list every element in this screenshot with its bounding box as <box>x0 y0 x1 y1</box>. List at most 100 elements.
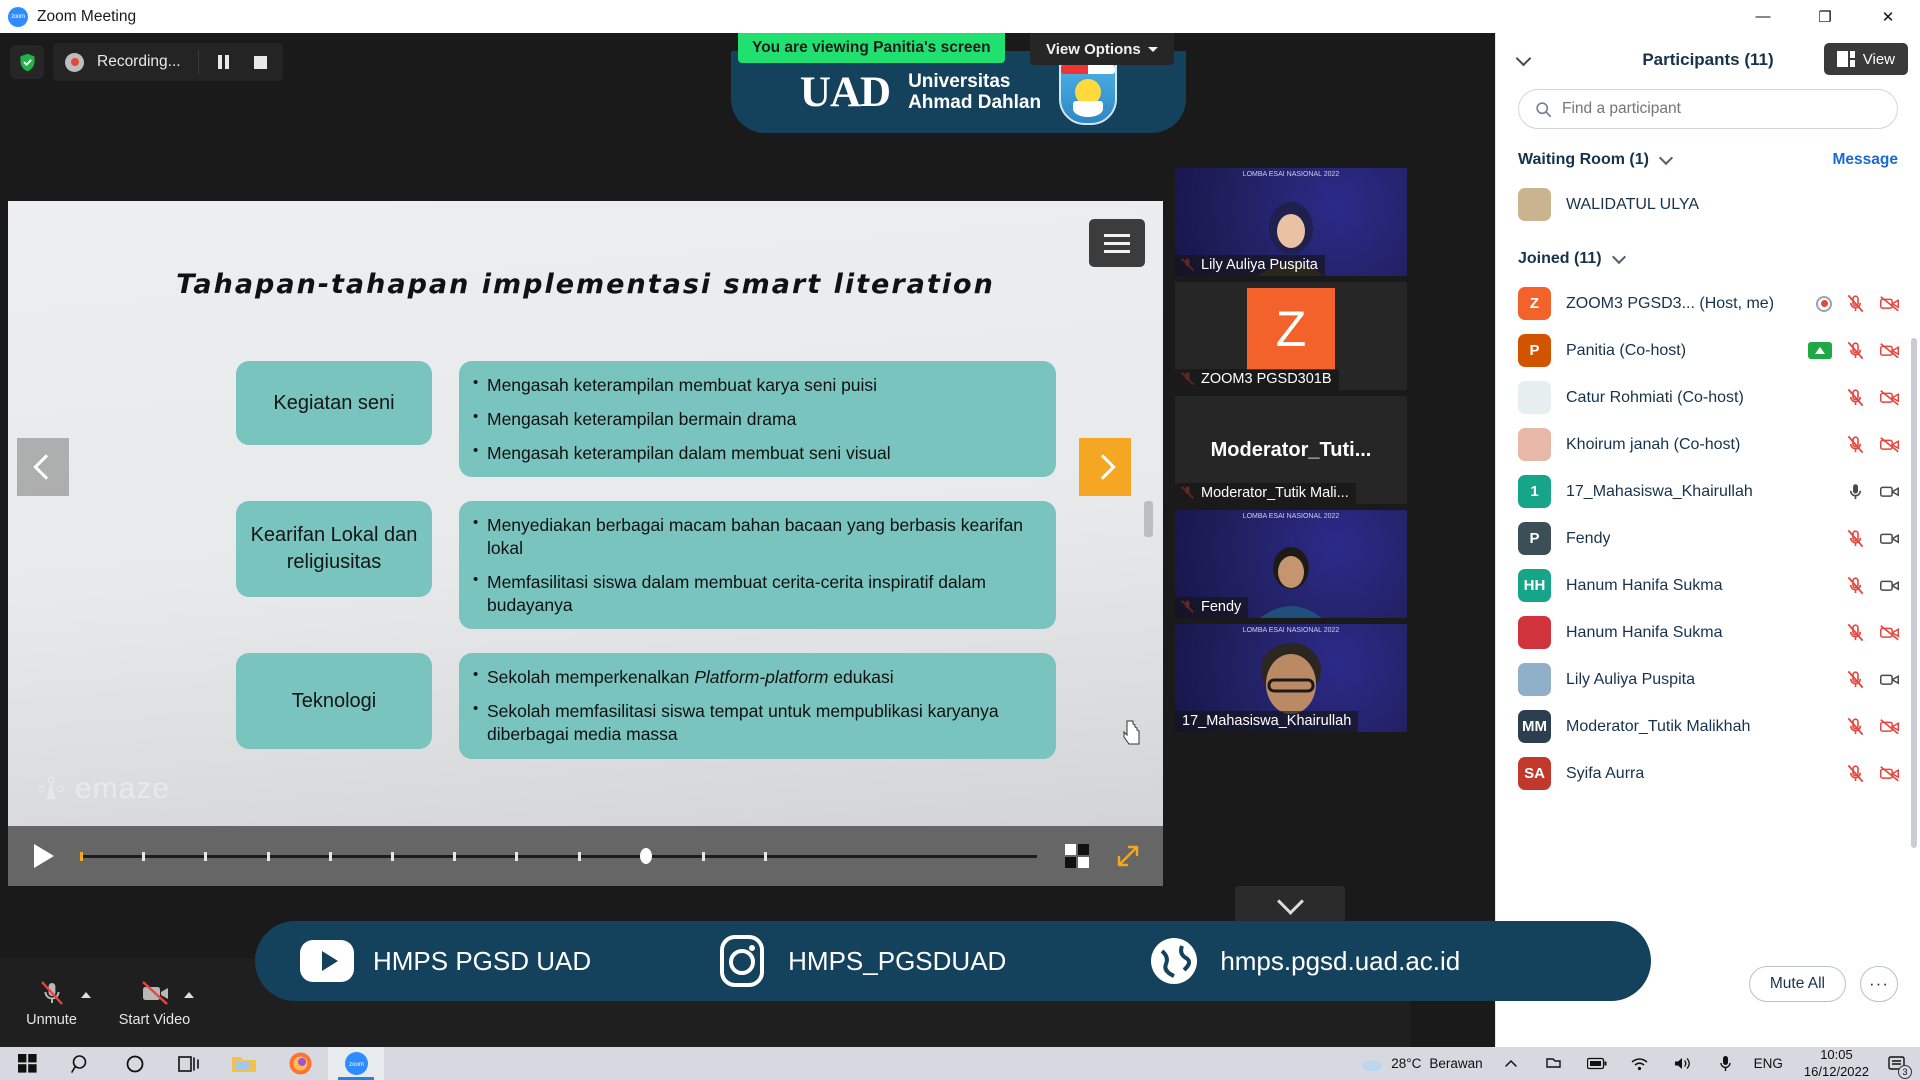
camera-on-icon[interactable] <box>1879 669 1900 690</box>
participant-row[interactable]: Hanum Hanifa Sukma <box>1496 609 1920 656</box>
stop-recording-button[interactable] <box>249 55 273 69</box>
mic-muted-icon[interactable] <box>1845 340 1866 361</box>
participant-controls <box>1845 716 1900 737</box>
mic-on-icon[interactable] <box>1845 481 1866 502</box>
mic-muted-icon[interactable] <box>1845 669 1866 690</box>
participant-row[interactable]: Z ZOOM3 PGSD3... (Host, me) <box>1496 280 1920 327</box>
taskbar-clock[interactable]: 10:05 16/12/2022 <box>1804 1047 1869 1080</box>
shared-screen-area[interactable]: Tahapan-tahapan implementasi smart liter… <box>8 201 1163 886</box>
participants-scrollbar[interactable] <box>1911 338 1917 848</box>
participant-row[interactable]: P Fendy <box>1496 515 1920 562</box>
microphone-tray-icon[interactable] <box>1711 1049 1741 1079</box>
onedrive-icon[interactable] <box>1539 1049 1569 1079</box>
mic-muted-icon[interactable] <box>1845 622 1866 643</box>
participant-row[interactable]: SA Syifa Aurra <box>1496 750 1920 797</box>
mute-all-button[interactable]: Mute All <box>1748 966 1846 1002</box>
svg-text:zoom: zoom <box>349 1062 364 1068</box>
maximize-button[interactable]: ❐ <box>1794 0 1856 33</box>
avatar: MM <box>1518 710 1551 743</box>
participant-row[interactable]: Lily Auliya Puspita <box>1496 656 1920 703</box>
participant-controls <box>1845 528 1900 549</box>
windows-start-icon[interactable] <box>0 1047 54 1080</box>
camera-off-icon[interactable] <box>1879 293 1900 314</box>
thumbnail-tile-active[interactable]: LOMBA ESAI NASIONAL 2022 17_Mahasiswa_Kh… <box>1175 624 1407 732</box>
collapse-panel-icon[interactable] <box>1512 49 1534 71</box>
weather-widget[interactable]: 28°C Berawan <box>1361 1056 1483 1072</box>
waiting-room-message-link[interactable]: Message <box>1833 151 1898 169</box>
participant-initial-avatar: Z <box>1247 288 1335 370</box>
camera-on-icon[interactable] <box>1879 575 1900 596</box>
mic-muted-icon[interactable] <box>1845 387 1866 408</box>
participant-row[interactable]: P Panitia (Co-host) <box>1496 327 1920 374</box>
participant-row[interactable]: MM Moderator_Tutik Malikhah <box>1496 703 1920 750</box>
fullscreen-icon[interactable] <box>1115 843 1141 869</box>
waiting-room-participant-row[interactable]: WALIDATUL ULYA <box>1496 181 1920 228</box>
next-slide-button[interactable] <box>1079 438 1131 496</box>
battery-icon[interactable] <box>1582 1049 1612 1079</box>
thumbnail-scroll-down-button[interactable] <box>1235 886 1345 924</box>
camera-off-icon[interactable] <box>1879 340 1900 361</box>
search-icon[interactable] <box>54 1047 108 1080</box>
wifi-icon[interactable] <box>1625 1049 1655 1079</box>
participant-row[interactable]: Khoirum janah (Co-host) <box>1496 421 1920 468</box>
slide-bullet: Sekolah memfasilitasi siswa tempat untuk… <box>473 699 1038 746</box>
zoom-icon[interactable]: zoom <box>328 1047 384 1080</box>
camera-off-icon[interactable] <box>1879 434 1900 455</box>
close-button[interactable]: ✕ <box>1856 0 1920 33</box>
file-explorer-icon[interactable] <box>216 1047 272 1080</box>
thumbnail-tile[interactable]: Z ZOOM3 PGSD301B <box>1175 282 1407 390</box>
more-options-button[interactable]: ··· <box>1860 966 1898 1002</box>
chevron-down-icon[interactable] <box>1613 253 1625 265</box>
unmute-button[interactable]: Unmute <box>0 978 103 1028</box>
mic-muted-icon[interactable] <box>1845 763 1866 784</box>
previous-slide-button[interactable] <box>17 438 69 496</box>
slide-content-rows: Kegiatan seni Mengasah keterampilan memb… <box>236 361 1056 783</box>
show-hidden-icons-icon[interactable] <box>1496 1049 1526 1079</box>
view-options-dropdown[interactable]: View Options <box>1030 33 1174 65</box>
slide-progress-track[interactable] <box>80 847 1037 864</box>
camera-off-icon[interactable] <box>1879 716 1900 737</box>
video-options-caret-icon[interactable] <box>184 992 194 998</box>
mic-muted-icon[interactable] <box>1845 575 1866 596</box>
waiting-room-title: Waiting Room (1) <box>1518 151 1649 168</box>
play-icon[interactable] <box>34 844 54 868</box>
thumbnail-tile[interactable]: Moderator_Tuti... Moderator_Tutik Mali..… <box>1175 396 1407 504</box>
mic-muted-icon[interactable] <box>1845 716 1866 737</box>
task-view-icon[interactable] <box>162 1047 216 1080</box>
view-layout-button[interactable]: View <box>1823 43 1908 75</box>
avatar: 1 <box>1518 475 1551 508</box>
camera-off-icon[interactable] <box>1879 622 1900 643</box>
slide-scroll-handle[interactable] <box>1144 501 1153 537</box>
input-language[interactable]: ENG <box>1754 1056 1783 1071</box>
camera-on-icon[interactable] <box>1879 481 1900 502</box>
progress-knob[interactable] <box>639 847 652 864</box>
grid-view-icon[interactable] <box>1065 844 1089 868</box>
start-video-button[interactable]: Start Video <box>103 978 206 1028</box>
security-shield-icon[interactable] <box>10 45 44 79</box>
mic-options-caret-icon[interactable] <box>81 992 91 998</box>
cortana-icon[interactable] <box>108 1047 162 1080</box>
meeting-body: Recording... You are viewing Panitia's s… <box>0 33 1920 1047</box>
firefox-icon[interactable] <box>272 1047 328 1080</box>
mic-muted-icon[interactable] <box>1845 434 1866 455</box>
participant-search-box[interactable] <box>1518 89 1898 129</box>
camera-off-icon[interactable] <box>1879 763 1900 784</box>
volume-icon[interactable] <box>1668 1049 1698 1079</box>
camera-off-icon[interactable] <box>1879 387 1900 408</box>
minimize-button[interactable]: — <box>1732 0 1794 33</box>
thumbnail-tile[interactable]: LOMBA ESAI NASIONAL 2022 Lily Auliya Pus… <box>1175 168 1407 276</box>
pause-recording-button[interactable] <box>212 55 236 69</box>
mic-muted-icon[interactable] <box>1845 293 1866 314</box>
participant-row[interactable]: 1 17_Mahasiswa_Khairullah <box>1496 468 1920 515</box>
chevron-down-icon[interactable] <box>1660 154 1672 166</box>
thumbnail-name: ZOOM3 PGSD301B <box>1175 369 1339 390</box>
notification-center-icon[interactable]: 3 <box>1882 1049 1912 1079</box>
participant-row[interactable]: Catur Rohmiati (Co-host) <box>1496 374 1920 421</box>
slide-menu-icon[interactable] <box>1089 219 1145 267</box>
camera-on-icon[interactable] <box>1879 528 1900 549</box>
mic-muted-icon[interactable] <box>1845 528 1866 549</box>
social-item-youtube: HMPS PGSD UAD <box>299 933 591 989</box>
thumbnail-tile[interactable]: LOMBA ESAI NASIONAL 2022 Fendy <box>1175 510 1407 618</box>
search-input[interactable] <box>1562 100 1881 118</box>
participant-row[interactable]: HH Hanum Hanifa Sukma <box>1496 562 1920 609</box>
